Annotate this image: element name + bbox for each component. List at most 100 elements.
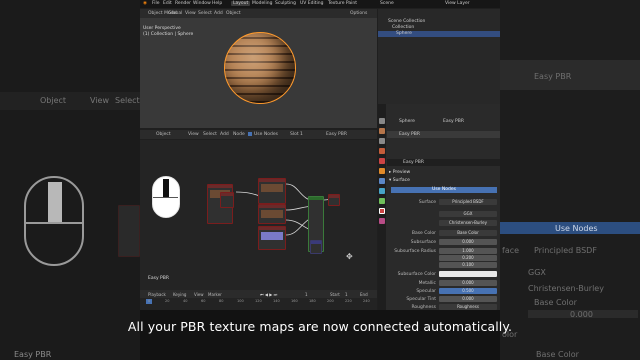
- video-caption: All your PBR texture maps are now connec…: [127, 319, 513, 334]
- node-menu-node[interactable]: Node: [233, 132, 245, 137]
- texture-node-roughness[interactable]: [258, 204, 286, 224]
- prop-row-subsurface-method: Christensen-Burley: [387, 220, 500, 227]
- timeline-menu-playback[interactable]: Playback: [148, 292, 166, 297]
- ruler-tick: 80: [219, 299, 224, 303]
- outliner: Scene Collection Collection Sphere: [378, 9, 500, 104]
- section-surface[interactable]: ▾ Surface: [387, 178, 500, 185]
- outliner-item-label: Sphere: [396, 31, 412, 36]
- ruler-tick: 20: [165, 299, 170, 303]
- scene-tab-icon[interactable]: [379, 148, 385, 154]
- prop-row-subsurface-radius: Subsurface Radius 1.000: [387, 248, 500, 255]
- prop-row-distribution: GGX: [387, 211, 500, 218]
- prop-label: Specular Tint: [406, 297, 436, 302]
- viewport-top-tools: Global: [140, 0, 377, 18]
- timeline-menu-view[interactable]: View: [194, 292, 204, 297]
- prop-row-specular-tint: Specular Tint 0.000: [387, 296, 500, 303]
- mapping-node[interactable]: [220, 192, 234, 208]
- prop-field[interactable]: 1.000: [439, 248, 497, 254]
- outliner-item-label: Scene Collection: [388, 19, 426, 24]
- background-left-mouse-icon: [24, 176, 84, 266]
- modifier-tab-icon[interactable]: [379, 178, 385, 184]
- prop-label: Metallic: [418, 281, 436, 286]
- properties-tabs: [378, 104, 386, 310]
- prop-field[interactable]: 0.100: [439, 262, 497, 268]
- material-output-node[interactable]: [328, 194, 340, 206]
- use-nodes-button[interactable]: Use Nodes: [391, 187, 497, 193]
- prop-field[interactable]: 0.000: [439, 239, 497, 245]
- node-tree-name: Easy PBR: [148, 276, 169, 281]
- node-menu-add[interactable]: Add: [220, 132, 229, 137]
- distribution-dropdown[interactable]: GGX: [439, 211, 497, 217]
- object-tab-icon[interactable]: [379, 168, 385, 174]
- material-slot-item[interactable]: Easy PBR: [399, 132, 420, 137]
- material-datablock[interactable]: Easy PBR: [403, 160, 424, 165]
- prop-field[interactable]: 0.000: [439, 296, 497, 302]
- ruler-tick: 140: [273, 299, 280, 303]
- ruler-tick: 40: [183, 299, 188, 303]
- world-tab-icon[interactable]: [379, 158, 385, 164]
- section-preview[interactable]: ▸ Preview: [387, 170, 500, 177]
- output-tab-icon[interactable]: [379, 138, 385, 144]
- prop-row-roughness: Roughness Roughness: [387, 304, 500, 310]
- material-name: Easy PBR: [443, 119, 464, 124]
- transform-orientation-dropdown[interactable]: Global: [168, 11, 182, 16]
- use-nodes-checkbox[interactable]: [248, 132, 252, 136]
- node-editor-canvas[interactable]: ✥ Easy PBR: [140, 140, 377, 290]
- prop-label: Subsurface Radius: [394, 249, 436, 254]
- ruler-tick: 220: [345, 299, 352, 303]
- data-tab-icon[interactable]: [379, 198, 385, 204]
- material-slot-list[interactable]: Easy PBR: [387, 131, 500, 138]
- material-tab-icon[interactable]: [379, 208, 385, 214]
- node-menu-select[interactable]: Select: [203, 132, 217, 137]
- normal-map-node[interactable]: [310, 240, 322, 254]
- timeline: Playback Keying View Marker ⏮ ◀ ▶ ⏭ 1 St…: [140, 290, 377, 310]
- view-layer-selector[interactable]: View Layer: [445, 1, 470, 6]
- prop-field[interactable]: 0.000: [439, 280, 497, 286]
- prop-row-subsurface: Subsurface 0.000: [387, 239, 500, 246]
- start-frame-label: Start: [330, 292, 340, 297]
- timeline-ruler[interactable]: 0 20 40 60 80 100 120 140 160 180 200 22…: [140, 299, 377, 306]
- background-right-row-2: Christensen-Burley: [528, 284, 604, 293]
- texture-node-basecolor[interactable]: [258, 178, 286, 204]
- ruler-tick: 160: [291, 299, 298, 303]
- playback-controls-icon[interactable]: ⏮ ◀ ▶ ⏭: [260, 292, 277, 297]
- timeline-menu-marker[interactable]: Marker: [208, 292, 222, 297]
- current-frame-field[interactable]: 1: [305, 292, 308, 297]
- prop-field[interactable]: Base Color: [439, 230, 497, 236]
- physics-tab-icon[interactable]: [379, 188, 385, 194]
- background-left-menu-object: Object: [40, 96, 67, 105]
- background-right-row-1: GGX: [528, 268, 546, 277]
- node-menu-view[interactable]: View: [188, 132, 199, 137]
- background-right-use-nodes: Use Nodes: [555, 224, 598, 233]
- prop-field[interactable]: 0.200: [439, 255, 497, 261]
- background-right-row-0: Principled BSDF: [534, 246, 597, 255]
- tool-tab-icon[interactable]: [379, 118, 385, 124]
- brick-sphere-object[interactable]: [224, 32, 296, 104]
- prop-label: Subsurface Color: [397, 272, 436, 277]
- prop-row-subsurface-radius-g: 0.200: [387, 255, 500, 262]
- material-datablock-row[interactable]: Easy PBR: [387, 159, 500, 166]
- end-frame-label: End: [360, 292, 368, 297]
- node-editor-type-dropdown[interactable]: Object: [156, 132, 171, 137]
- outliner-item-sphere[interactable]: Sphere: [378, 31, 500, 37]
- subsurface-method-dropdown[interactable]: Christensen-Burley: [439, 220, 497, 226]
- start-frame-field[interactable]: 1: [345, 292, 348, 297]
- outliner-item-label: Collection: [392, 25, 415, 30]
- prop-label: Subsurface: [410, 240, 436, 245]
- prop-field[interactable]: Principled BSDF: [439, 199, 497, 205]
- render-tab-icon[interactable]: [379, 128, 385, 134]
- texture-node-normal[interactable]: [258, 226, 286, 250]
- ruler-tick: 200: [327, 299, 334, 303]
- timeline-menu-keying[interactable]: Keying: [173, 292, 186, 297]
- texture-tab-icon[interactable]: [379, 218, 385, 224]
- section-surface-label: Surface: [392, 178, 410, 183]
- background-left-menu-view: View: [90, 96, 109, 105]
- material-dropdown[interactable]: Easy PBR: [326, 132, 347, 137]
- prop-field[interactable]: 0.500: [439, 288, 497, 294]
- prop-field[interactable]: Roughness: [439, 304, 497, 310]
- slot-dropdown[interactable]: Slot 1: [290, 132, 303, 137]
- subsurface-color-swatch[interactable]: [439, 271, 497, 277]
- blender-window: ◉ File Edit Render Window Help Layout Mo…: [140, 0, 500, 310]
- scene-selector[interactable]: Scene: [380, 1, 394, 6]
- material-properties: Sphere Easy PBR Easy PBR Easy PBR ▸ Prev…: [387, 104, 500, 310]
